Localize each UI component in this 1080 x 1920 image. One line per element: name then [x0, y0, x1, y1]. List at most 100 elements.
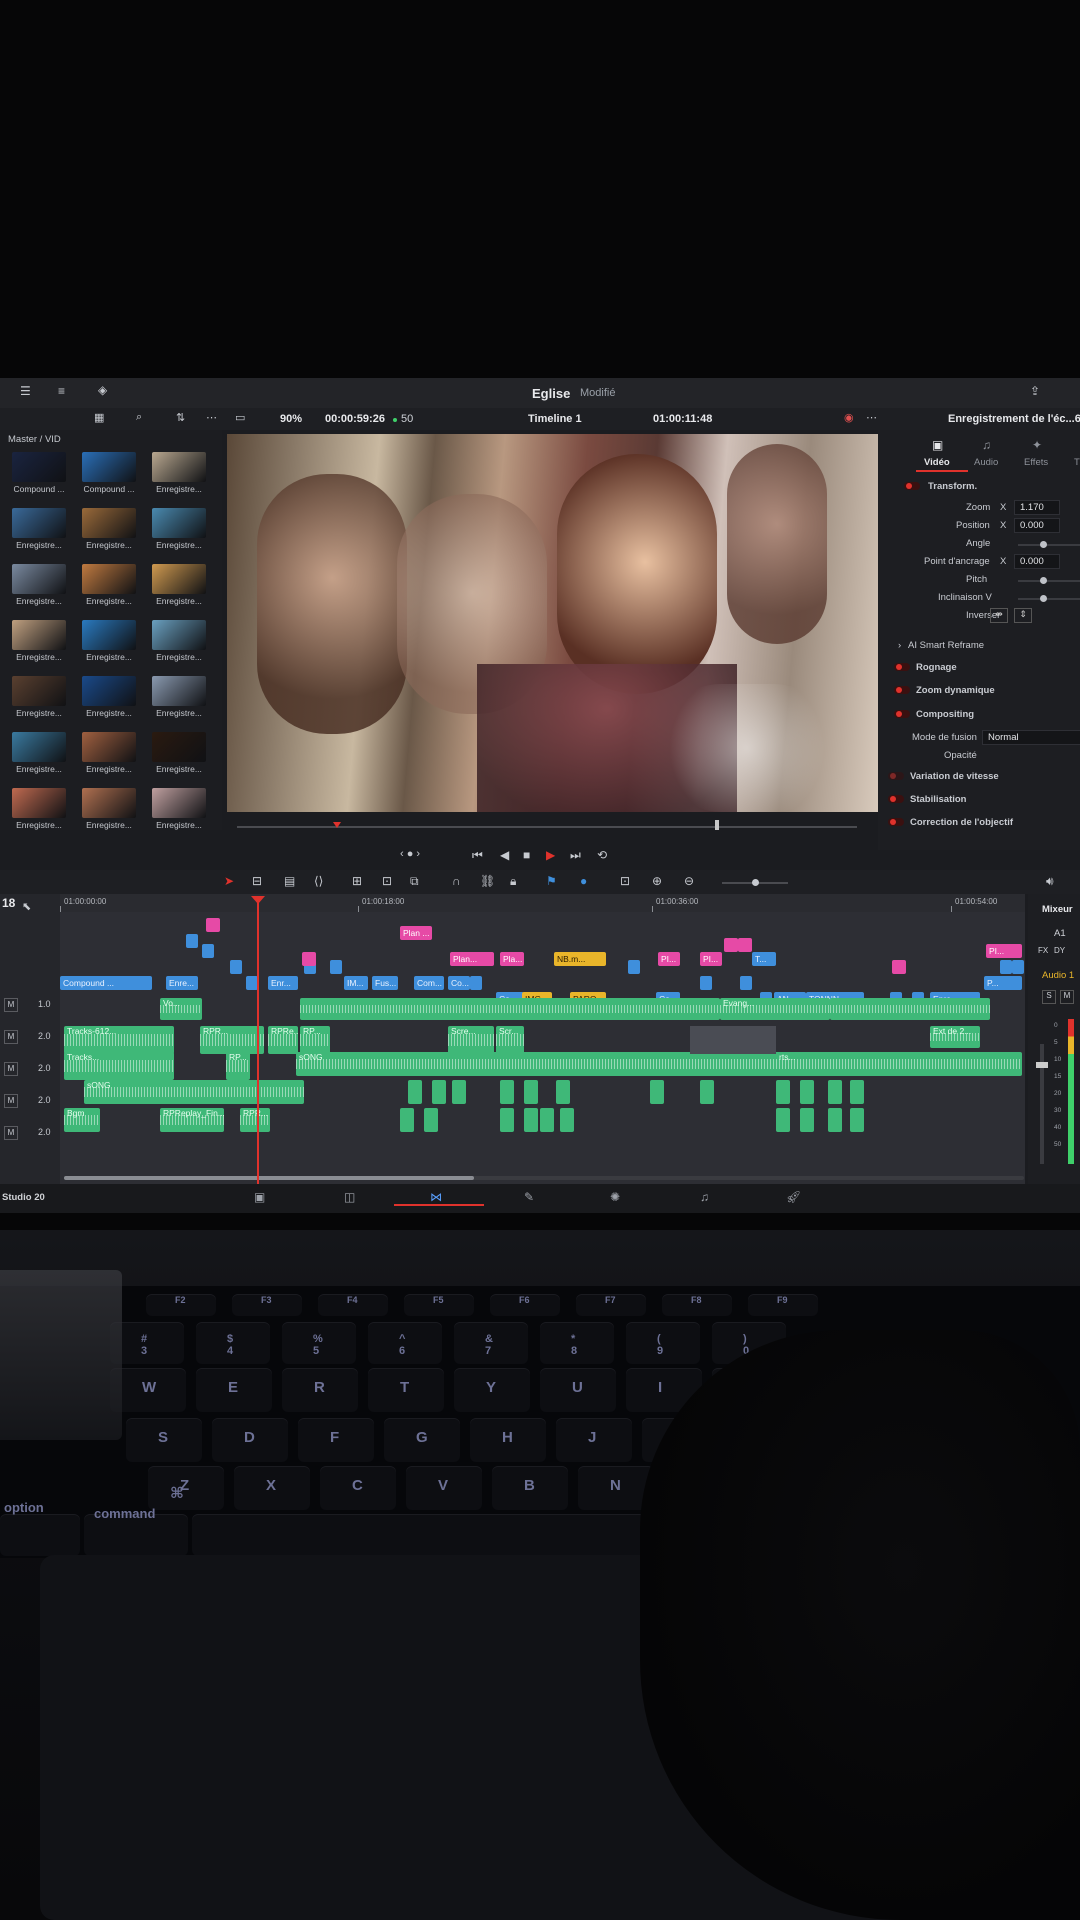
zoom-level[interactable]: 90% — [280, 413, 302, 425]
audio-clip[interactable]: Tracks-612... — [64, 1026, 174, 1054]
track-mute-button[interactable]: M — [4, 1030, 18, 1044]
media-thumbnail[interactable] — [12, 452, 66, 482]
audio-clip[interactable]: RPReplay_Fin... — [160, 1108, 224, 1132]
flag-icon[interactable]: ⚑ — [546, 874, 557, 888]
audio-clip[interactable]: Evang... — [720, 998, 830, 1020]
video-viewer[interactable] — [227, 434, 890, 812]
color-page-icon[interactable]: ✺ — [610, 1190, 620, 1204]
play-icon[interactable]: ▶ — [546, 848, 555, 862]
flip-horizontal-icon[interactable]: ⇹ — [990, 608, 1008, 623]
video-clip[interactable]: Enr... — [268, 976, 298, 990]
playhead[interactable] — [257, 898, 259, 1184]
title-clip[interactable]: T... — [752, 952, 776, 966]
track-mute-button[interactable]: M — [4, 998, 18, 1012]
media-thumbnail[interactable] — [12, 788, 66, 818]
audio-clip[interactable] — [800, 1108, 814, 1132]
zoom-field[interactable]: 1.170 — [1014, 500, 1060, 515]
more-options-icon[interactable]: ⋯ — [206, 411, 217, 424]
solo-button[interactable]: S — [1042, 990, 1056, 1004]
effects-wand-icon[interactable]: ✦ — [1032, 438, 1042, 452]
video-clip[interactable] — [1012, 960, 1024, 974]
audio-clip[interactable] — [540, 1108, 554, 1132]
crop-toggle[interactable] — [894, 663, 910, 671]
title-clip[interactable]: Plan... — [450, 952, 494, 966]
cut-page-icon[interactable]: ◫ — [344, 1190, 355, 1204]
go-to-start-icon[interactable]: ⏮ — [472, 848, 483, 863]
media-thumbnail[interactable] — [12, 508, 66, 538]
audio-clip[interactable]: Ext de 2... — [930, 1026, 980, 1048]
video-clip[interactable] — [470, 976, 482, 990]
media-thumbnail[interactable] — [12, 732, 66, 762]
title-clip[interactable] — [302, 952, 316, 966]
edit-page-icon[interactable]: ⋈ — [430, 1190, 442, 1204]
media-thumbnail[interactable] — [82, 620, 136, 650]
more-options-icon[interactable]: ⋯ — [866, 411, 877, 424]
inspector-tab-1[interactable]: Audio — [974, 457, 998, 468]
section-transform[interactable]: Transform. — [928, 481, 977, 492]
timeline-scroll-thumb[interactable] — [64, 1176, 474, 1180]
audio-clip[interactable] — [400, 1108, 414, 1132]
audio-clip[interactable]: RPR... — [200, 1026, 264, 1054]
audio-clip[interactable] — [300, 998, 720, 1020]
mixer-dy[interactable]: DY — [1054, 946, 1065, 955]
pitch-slider[interactable] — [1018, 577, 1080, 584]
audio-clip[interactable] — [850, 1080, 864, 1104]
lens-toggle[interactable] — [888, 818, 904, 826]
breadcrumb[interactable]: Master / VID — [8, 434, 61, 445]
stabilization-toggle[interactable] — [888, 795, 904, 803]
audio-clip[interactable] — [424, 1108, 438, 1132]
audio-clip[interactable] — [408, 1080, 422, 1104]
fairlight-page-icon[interactable]: ♫ — [700, 1190, 709, 1204]
list-view-icon[interactable]: ☰ — [20, 384, 31, 398]
audio-clip[interactable]: Scre... — [448, 1026, 494, 1054]
zoom-fit-icon[interactable]: ⊡ — [620, 874, 630, 888]
flip-vertical-icon[interactable]: ⇕ — [1014, 608, 1032, 623]
audio-clip[interactable] — [700, 1080, 714, 1104]
section-crop[interactable]: Rognage — [916, 662, 957, 673]
media-thumbnail[interactable] — [152, 508, 206, 538]
play-reverse-icon[interactable]: ◀ — [500, 848, 509, 862]
audio-clip[interactable]: sONG — [84, 1080, 304, 1104]
film-icon[interactable]: ▣ — [932, 438, 943, 452]
audio-clip[interactable] — [452, 1080, 466, 1104]
inspector-tab-0[interactable]: Vidéo — [924, 457, 950, 468]
video-clip[interactable]: IM... — [344, 976, 368, 990]
transform-toggle[interactable] — [904, 482, 920, 490]
title-clip[interactable]: Plan ... — [400, 926, 432, 940]
audio-clip[interactable] — [556, 1080, 570, 1104]
audio-clip[interactable]: rts... — [776, 1052, 802, 1076]
section-compositing[interactable]: Compositing — [916, 709, 974, 720]
video-clip[interactable]: P... — [984, 976, 1022, 990]
music-note-icon[interactable]: ♫ — [982, 438, 991, 452]
section-stabilization[interactable]: Stabilisation — [910, 794, 966, 805]
audio-clip[interactable] — [850, 1108, 864, 1132]
speed-toggle[interactable] — [888, 772, 904, 780]
media-thumbnail[interactable] — [82, 508, 136, 538]
inspector-tab-2[interactable]: Effets — [1024, 457, 1048, 468]
blade-tool-icon[interactable]: ▤ — [284, 874, 295, 888]
media-thumbnail[interactable] — [12, 564, 66, 594]
volume-fader[interactable] — [1036, 1044, 1048, 1164]
insert-clip-icon[interactable]: ⊞ — [352, 874, 362, 888]
audio-clip[interactable]: Vo... — [160, 998, 202, 1020]
title-clip[interactable]: PI... — [700, 952, 722, 966]
mixer-fx[interactable]: FX — [1038, 946, 1048, 955]
track-mute-button[interactable]: M — [4, 1062, 18, 1076]
media-thumbnail[interactable] — [152, 732, 206, 762]
video-clip[interactable] — [628, 960, 640, 974]
search-icon[interactable]: ⌕ — [136, 411, 142, 424]
media-thumbnail[interactable] — [82, 452, 136, 482]
audio-clip[interactable]: RP... — [300, 1026, 330, 1054]
audio-clip[interactable]: Bgm — [64, 1108, 100, 1132]
playhead-handle[interactable] — [251, 896, 265, 904]
audio-clip[interactable] — [830, 998, 990, 1020]
video-clip[interactable]: Com... — [414, 976, 444, 990]
dynamic-zoom-toggle[interactable] — [894, 686, 910, 694]
audio-clip[interactable]: RP... — [226, 1052, 250, 1080]
share-icon[interactable]: ⇪ — [1030, 384, 1040, 398]
video-clip[interactable] — [740, 976, 752, 990]
chevron-right-icon[interactable]: › — [898, 640, 901, 651]
video-clip[interactable] — [202, 944, 214, 958]
media-thumbnail[interactable] — [152, 564, 206, 594]
mute-button[interactable]: M — [1060, 990, 1074, 1004]
